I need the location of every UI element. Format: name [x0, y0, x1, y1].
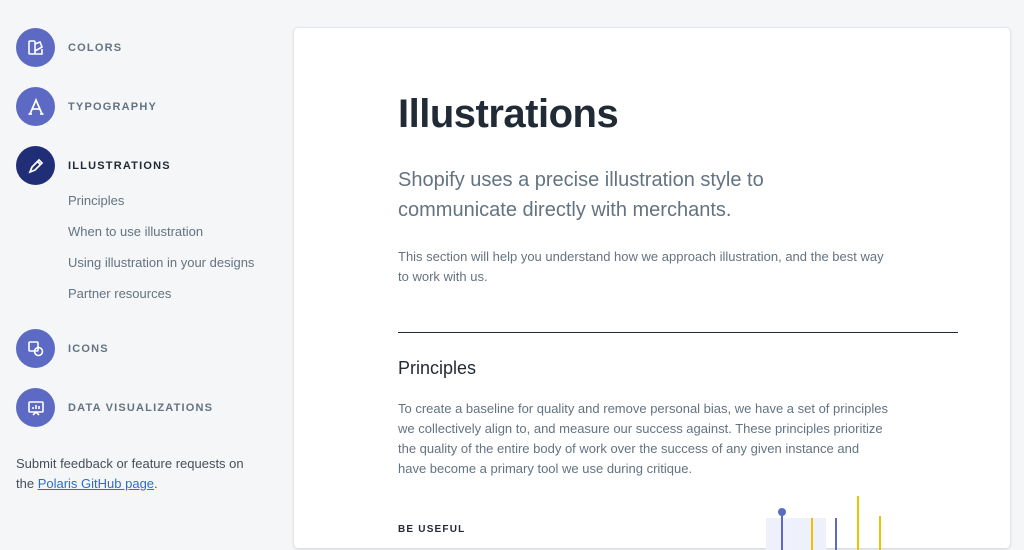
- sidebar: COLORS TYPOGRAPHY ILLUSTRATIONS Principl…: [0, 0, 285, 531]
- github-link[interactable]: Polaris GitHub page: [38, 476, 154, 491]
- data-visualizations-icon: [16, 388, 55, 427]
- nav-item-illustrations[interactable]: ILLUSTRATIONS: [16, 146, 171, 185]
- icons-icon: [16, 329, 55, 368]
- nav-item-icons[interactable]: ICONS: [16, 329, 109, 368]
- nav-label-illustrations: ILLUSTRATIONS: [68, 159, 171, 172]
- content-card: Illustrations Shopify uses a precise ill…: [294, 28, 1010, 550]
- nav-label-colors: COLORS: [68, 41, 123, 54]
- principle-illustration: [766, 496, 881, 550]
- nav-label-icons: ICONS: [68, 342, 109, 355]
- nav-label-data-visualizations: DATA VISUALIZATIONS: [68, 401, 214, 414]
- principles-heading: Principles: [398, 358, 477, 378]
- colors-icon: [16, 28, 55, 67]
- sub-item-using-illustration[interactable]: Using illustration in your designs: [68, 255, 254, 270]
- nav-item-data-visualizations[interactable]: DATA VISUALIZATIONS: [16, 388, 213, 427]
- feedback-text: Submit feedback or feature requests on t…: [16, 454, 256, 494]
- nav-item-colors[interactable]: COLORS: [16, 28, 122, 67]
- illustrations-icon: [16, 146, 55, 185]
- typography-icon: [16, 87, 55, 126]
- section-divider: [398, 332, 958, 333]
- page-title: Illustrations: [398, 92, 619, 136]
- sub-item-partner-resources[interactable]: Partner resources: [68, 286, 171, 301]
- principles-paragraph: To create a baseline for quality and rem…: [398, 401, 888, 476]
- sub-item-principles[interactable]: Principles: [68, 193, 124, 208]
- be-useful-heading: BE USEFUL: [398, 524, 466, 535]
- nav-label-typography: TYPOGRAPHY: [68, 100, 158, 113]
- intro-paragraph: This section will help you understand ho…: [398, 249, 884, 284]
- feedback-suffix: .: [154, 476, 158, 491]
- nav-item-typography[interactable]: TYPOGRAPHY: [16, 87, 157, 126]
- lead-paragraph: Shopify uses a precise illustration styl…: [398, 169, 764, 221]
- sub-item-when-to-use[interactable]: When to use illustration: [68, 224, 203, 239]
